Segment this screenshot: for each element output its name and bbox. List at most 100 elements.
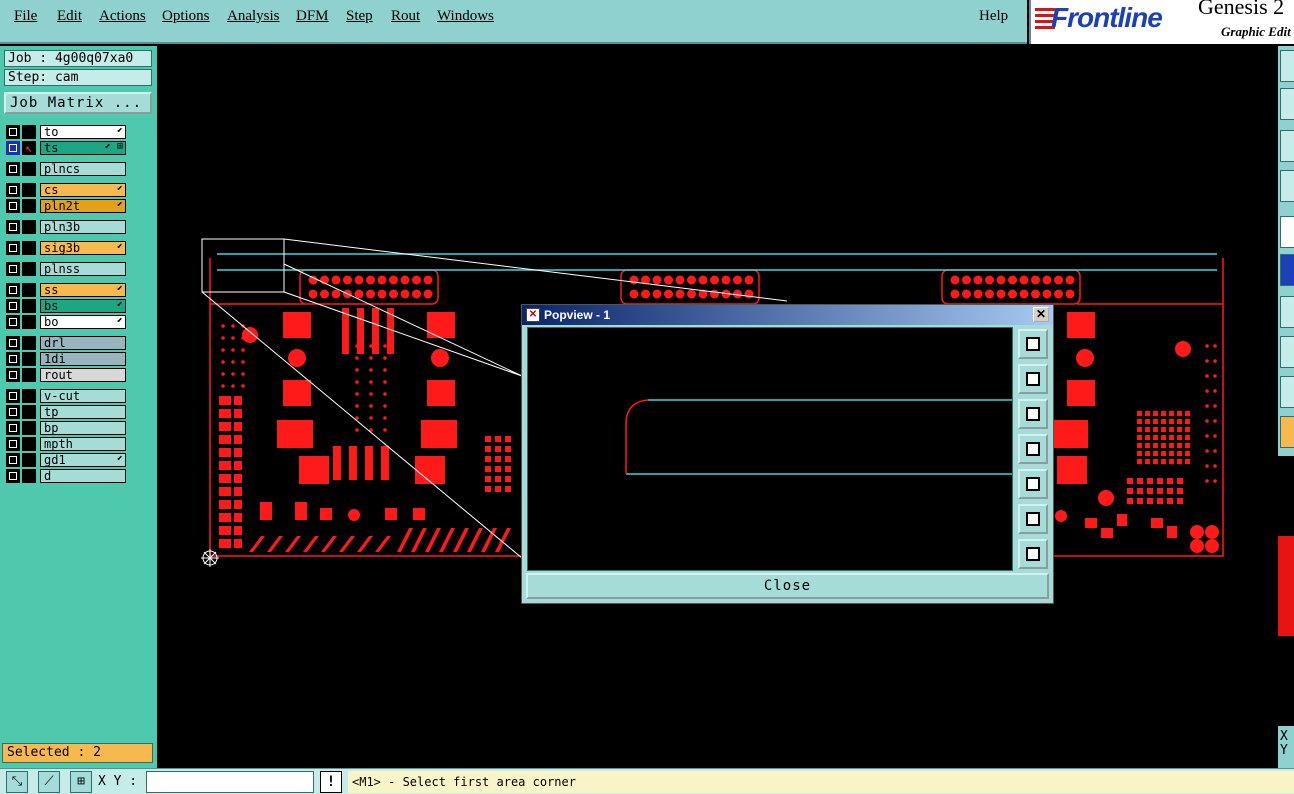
layer-name[interactable]: ss [40,283,126,297]
grid-icon[interactable]: ⊞ [70,771,92,793]
tool-button-2[interactable] [1280,88,1294,120]
layer-row[interactable]: bo ⬋ [4,315,126,329]
layer-checkbox[interactable] [6,336,20,350]
layer-checkbox[interactable] [6,469,20,483]
layer-row[interactable]: pln3b [4,220,126,234]
job-matrix-button[interactable]: Job Matrix ... [4,92,152,114]
menu-file[interactable]: File [14,8,37,25]
layer-checkbox[interactable] [6,368,20,382]
zoom-fit-icon[interactable] [1018,329,1048,359]
layer-affect-toggle[interactable] [22,299,36,313]
layer-checkbox[interactable] [6,199,20,213]
layer-row[interactable]: gd1 ⬋ [4,453,126,467]
menu-rout[interactable]: Rout [391,8,420,25]
layer-row[interactable]: ss ⬋ [4,283,126,297]
menu-step[interactable]: Step [346,8,373,25]
layer-row[interactable]: tp [4,405,126,419]
layer-name[interactable]: mpth [40,437,126,451]
layer-row[interactable]: sig3b ⬋ [4,241,126,255]
layer-name[interactable]: sig3b [40,241,126,255]
layer-affect-toggle[interactable] [22,241,36,255]
layer-affect-toggle[interactable] [22,336,36,350]
layer-name[interactable]: 1di [40,352,126,366]
layer-name[interactable]: to [40,125,126,139]
zoom-out-icon[interactable] [1018,539,1048,569]
layer-affect-toggle[interactable] [22,421,36,435]
menu-actions[interactable]: Actions [99,8,146,25]
layer-checkbox[interactable] [6,220,20,234]
tool-button-5[interactable] [1280,216,1294,248]
layer-checkbox[interactable] [6,352,20,366]
layer-name[interactable]: plncs [40,162,126,176]
layer-row[interactable]: mpth [4,437,126,451]
pan-down-icon[interactable] [1018,399,1048,429]
layer-row[interactable]: v-cut [4,389,126,403]
layer-row[interactable]: pln2t ⬋ [4,199,126,213]
layer-checkbox[interactable] [6,421,20,435]
zoom-in-icon[interactable] [1018,504,1048,534]
layer-row[interactable]: bp [4,421,126,435]
layer-affect-toggle[interactable] [22,352,36,366]
menu-analysis[interactable]: Analysis [227,8,280,25]
layer-checkbox[interactable] [6,405,20,419]
tool-button-1[interactable] [1280,50,1294,82]
menu-edit[interactable]: Edit [57,8,82,25]
layer-name[interactable]: gd1 [40,453,126,467]
layer-affect-toggle[interactable] [22,453,36,467]
close-button[interactable]: Close [526,573,1049,599]
layer-row[interactable]: plncs [4,162,126,176]
layer-checkbox[interactable] [6,389,20,403]
resize-icon[interactable]: ⤡ [6,771,28,793]
layer-row[interactable]: bs ⬋ [4,299,126,313]
layer-row[interactable]: d [4,469,126,483]
layer-row[interactable]: ↖ ts ⬋ ⊞ [4,141,126,155]
layer-checkbox[interactable] [6,283,20,297]
layer-checkbox[interactable] [6,241,20,255]
layer-name[interactable]: drl [40,336,126,350]
tool-button-4[interactable] [1280,170,1294,202]
layer-row[interactable]: 1di [4,352,126,366]
layer-name[interactable]: pln2t [40,199,126,213]
layer-affect-toggle[interactable] [22,283,36,297]
measure-icon[interactable]: ⟋ [38,771,60,793]
layer-checkbox[interactable] [6,125,20,139]
menu-windows[interactable]: Windows [437,8,494,25]
layer-affect-toggle[interactable] [22,469,36,483]
popview-canvas[interactable] [527,327,1013,571]
layer-name[interactable]: bs [40,299,126,313]
menu-help[interactable]: Help [979,8,1008,25]
layer-affect-toggle[interactable] [22,183,36,197]
layer-checkbox[interactable] [6,453,20,467]
layer-name[interactable]: bp [40,421,126,435]
menu-options[interactable]: Options [162,8,210,25]
layer-checkbox[interactable] [6,262,20,276]
warning-icon[interactable]: ! [320,771,342,793]
tool-button-6[interactable] [1280,254,1294,286]
pan-right-icon[interactable] [1018,469,1048,499]
layer-affect-toggle[interactable] [22,125,36,139]
layer-name[interactable]: d [40,469,126,483]
xy-input[interactable] [146,771,314,793]
layer-name[interactable]: plnss [40,262,126,276]
layer-affect-toggle[interactable] [22,199,36,213]
pan-up-icon[interactable] [1018,364,1048,394]
layer-affect-toggle[interactable] [22,405,36,419]
layer-row[interactable]: cs ⬋ [4,183,126,197]
tool-button-9[interactable] [1280,376,1294,408]
layer-name[interactable]: bo [40,315,126,329]
layer-checkbox[interactable] [6,162,20,176]
layer-affect-toggle[interactable] [22,262,36,276]
layer-affect-toggle[interactable] [22,162,36,176]
layer-name[interactable]: rout [40,368,126,382]
layer-row[interactable]: to ⬋ [4,125,126,139]
layer-affect-toggle[interactable] [22,368,36,382]
layer-name[interactable]: v-cut [40,389,126,403]
layer-checkbox[interactable] [6,141,20,155]
tool-button-8[interactable] [1280,336,1294,368]
close-icon[interactable]: ✕ [1033,307,1049,322]
layer-affect-toggle[interactable] [22,389,36,403]
tool-button-3[interactable] [1280,130,1294,162]
layer-checkbox[interactable] [6,183,20,197]
layer-affect-toggle[interactable] [22,437,36,451]
layer-checkbox[interactable] [6,315,20,329]
